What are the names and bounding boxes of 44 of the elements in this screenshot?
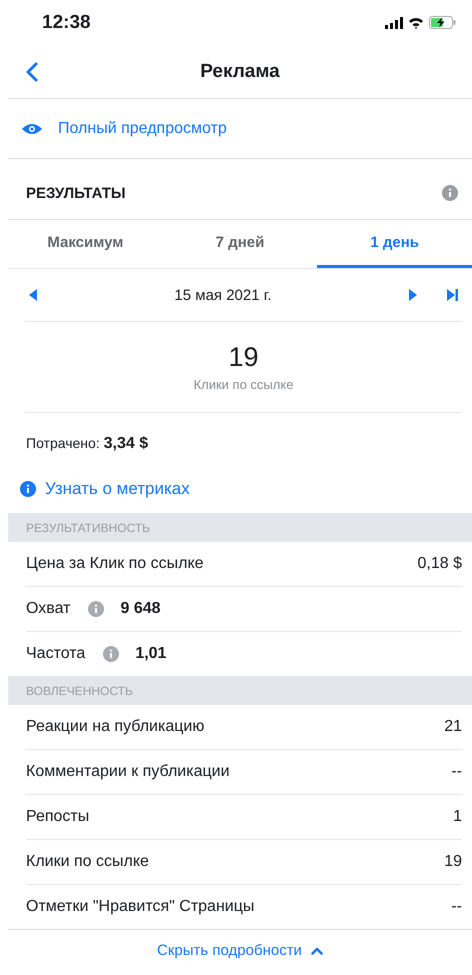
hide-details-link[interactable]: Скрыть подробности	[157, 942, 323, 959]
metric-label: Охват	[26, 600, 70, 618]
wifi-icon	[408, 16, 424, 28]
section-title: ВОВЛЕЧЕННОСТЬ	[26, 684, 133, 698]
triangle-left-icon	[29, 289, 37, 301]
chevron-up-icon	[310, 946, 323, 954]
date-label: 15 мая 2021 г.	[173, 286, 273, 304]
period-tab[interactable]: Максимум	[8, 220, 163, 268]
period-tab[interactable]: 1 день	[317, 220, 472, 268]
triangle-right-icon	[409, 289, 417, 301]
info-icon	[442, 185, 458, 201]
signal-icon	[385, 16, 403, 28]
metric-value: 9 648	[120, 600, 161, 618]
metric-value: --	[451, 898, 462, 916]
skip-end-icon	[447, 289, 458, 301]
metric-label: Отметки "Нравится" Страницы	[26, 898, 256, 916]
result-label: Клики по ссылке	[194, 377, 294, 392]
metric-label: Цена за Клик по ссылке	[26, 555, 205, 573]
metric-value: 1	[453, 808, 462, 826]
metric-value: 0,18 $	[418, 555, 462, 573]
metric-label: Реакции на публикацию	[26, 718, 206, 736]
metric-label: Клики по ссылке	[26, 853, 150, 871]
result-value: 19	[228, 342, 259, 373]
info-icon	[103, 646, 120, 662]
metric-label: Комментарии к публикации	[26, 763, 231, 781]
metric-value: 19	[444, 853, 462, 871]
metric-value: --	[451, 763, 462, 781]
section-title: РЕЗУЛЬТАТЫ	[26, 184, 126, 202]
status-time: 12:38	[42, 12, 91, 34]
metrics-link[interactable]: Узнать о метриках	[0, 475, 210, 513]
info-icon	[88, 601, 104, 617]
back-icon	[26, 62, 38, 82]
preview-link[interactable]: Полный предпросмотр	[22, 120, 227, 138]
metric-label: Частота	[26, 645, 86, 663]
screen-title: Реклама	[200, 60, 280, 82]
metric-value: 1,01	[135, 645, 166, 663]
info-icon	[20, 481, 36, 497]
eye-icon	[22, 122, 42, 134]
metric-label: Репосты	[26, 808, 90, 826]
battery-charging-icon	[429, 16, 456, 29]
spent-text: Потрачено: 3,34 $	[25, 434, 150, 454]
period-tab[interactable]: 7 дней	[162, 220, 318, 268]
section-title: РЕЗУЛЬТАТИВНОСТЬ	[26, 520, 150, 534]
metric-value: 21	[444, 718, 462, 736]
